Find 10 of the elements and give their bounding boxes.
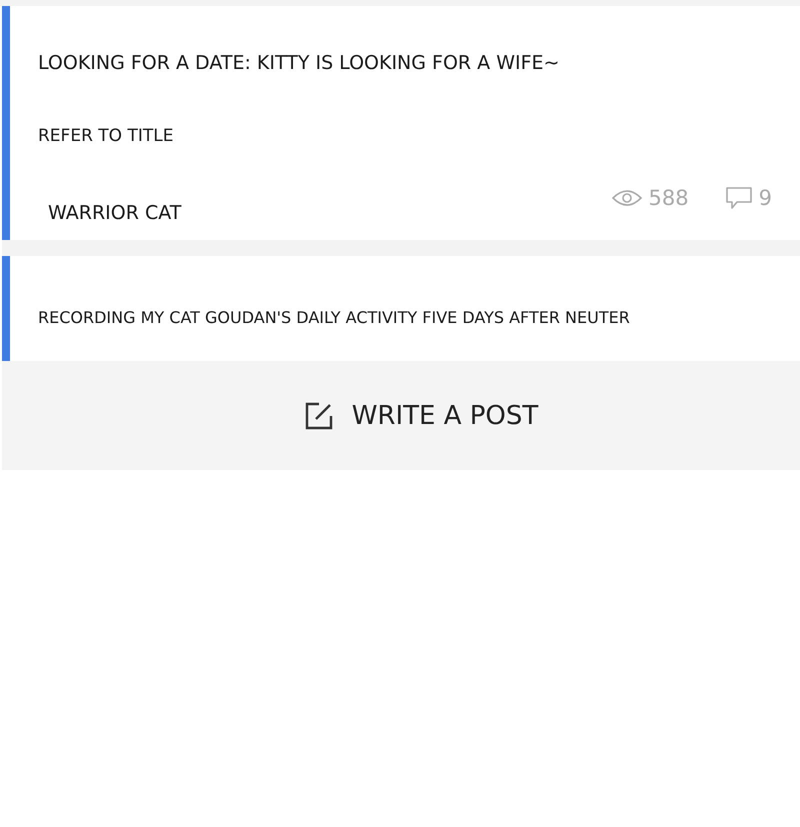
post-title: LOOKING FOR A DATE: KITTY IS LOOKING FOR A WIFE~	[38, 52, 560, 74]
post-excerpt: REFER TO TITLE	[38, 126, 174, 146]
view-count: 588	[648, 186, 689, 210]
post-title: RECORDING MY CAT GOUDAN'S DAILY ACTIVITY FIVE DAYS AFTER NEUTER	[38, 308, 631, 327]
comment-icon	[724, 186, 753, 210]
write-post-button[interactable]: WRITE A POST	[294, 394, 548, 436]
category-label: WARRIOR CAT	[48, 202, 182, 224]
edit-icon	[304, 400, 334, 430]
eye-icon	[610, 188, 643, 208]
comment-count: 9	[758, 186, 772, 210]
